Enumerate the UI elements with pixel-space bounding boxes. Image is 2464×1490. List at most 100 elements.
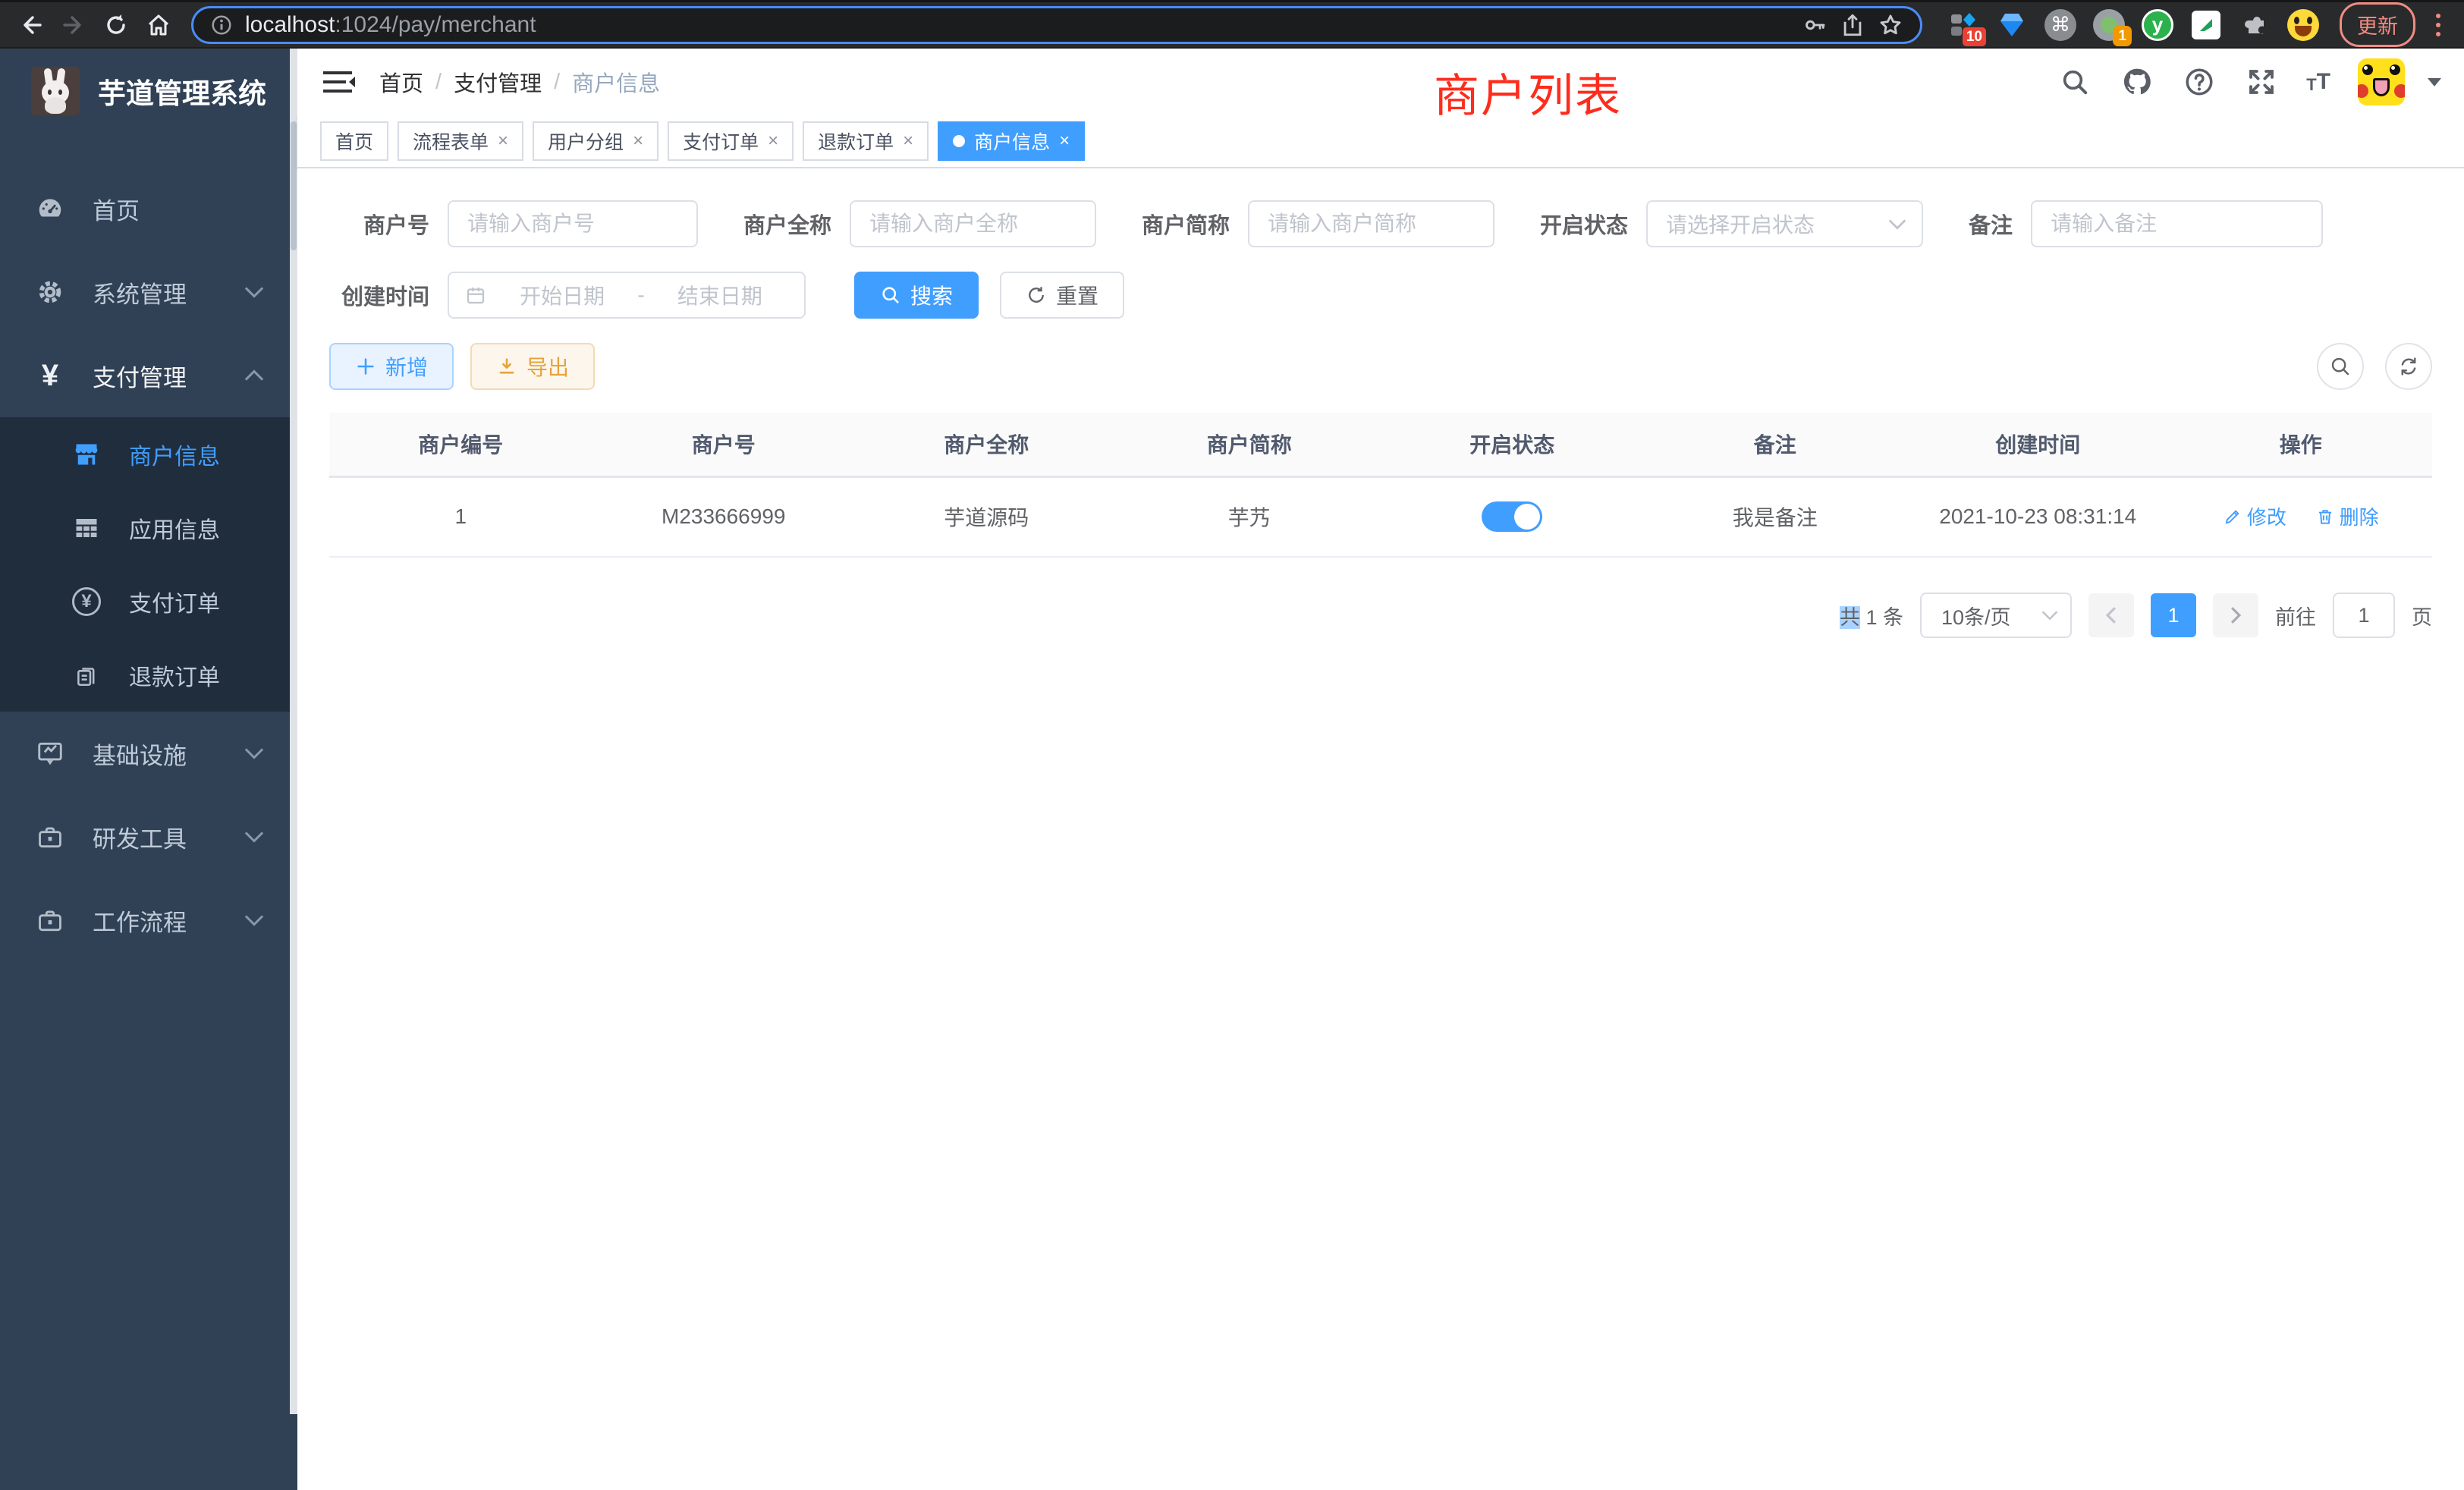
sidebar-menu: 首页 系统管理 ¥ 支付管理 xyxy=(0,167,297,962)
browser-back-button[interactable] xyxy=(12,6,50,44)
remark-input[interactable] xyxy=(2031,200,2323,247)
navbar-actions: TT xyxy=(2057,58,2441,105)
sidebar-item-label: 应用信息 xyxy=(129,511,297,545)
date-separator: - xyxy=(637,283,644,307)
extension-puzzle-icon[interactable] xyxy=(2238,8,2271,42)
cell-merchant-id: 1 xyxy=(329,476,592,557)
tab-merchant-info[interactable]: 商户信息 × xyxy=(938,121,1085,161)
tab-pay-order[interactable]: 支付订单 × xyxy=(668,121,794,161)
breadcrumb-home[interactable]: 首页 xyxy=(379,66,423,98)
search-icon xyxy=(2329,355,2352,378)
sidebar-item-application[interactable]: 应用信息 xyxy=(0,491,297,564)
extension-y-icon[interactable]: y xyxy=(2141,8,2174,42)
tab-refund-order[interactable]: 退款订单 × xyxy=(803,121,929,161)
page-1-button[interactable]: 1 xyxy=(2151,593,2196,637)
sidebar-item-label: 支付管理 xyxy=(93,359,244,393)
tab-label: 退款订单 xyxy=(818,127,894,155)
sidebar-item-dev-tools[interactable]: 研发工具 xyxy=(0,795,297,879)
add-button[interactable]: 新增 xyxy=(329,343,454,390)
extension-notifier-icon[interactable]: 1 xyxy=(2092,8,2126,42)
browser-forward-button[interactable] xyxy=(55,6,93,44)
help-icon[interactable] xyxy=(2182,64,2217,99)
extension-command-icon[interactable]: ⌘ xyxy=(2044,8,2077,42)
breadcrumb-current: 商户信息 xyxy=(572,66,660,98)
edit-button[interactable]: 修改 xyxy=(2223,502,2286,530)
github-icon[interactable] xyxy=(2120,64,2154,99)
extension-tabs-icon[interactable]: 10 xyxy=(1947,8,1980,42)
chevron-down-icon xyxy=(244,914,264,926)
refresh-table-button[interactable] xyxy=(2385,343,2432,390)
url-bar[interactable]: localhost:1024/pay/merchant xyxy=(191,6,1922,44)
tags-view: 首页 流程表单 × 用户分组 × 支付订单 × 退款订单 × 商户信息 × xyxy=(297,115,2464,168)
close-icon[interactable]: × xyxy=(1059,130,1070,152)
merchant-page: 商户号 商户全称 商户简称 开启状态 请选择开启状态 xyxy=(297,168,2464,1490)
sidebar-scrollbar[interactable] xyxy=(290,49,297,1414)
share-icon[interactable] xyxy=(1840,12,1865,38)
status-toggle[interactable] xyxy=(1482,501,1542,532)
status-select[interactable]: 请选择开启状态 xyxy=(1646,200,1923,247)
chevron-up-icon xyxy=(244,369,264,382)
tab-process-form[interactable]: 流程表单 × xyxy=(398,121,523,161)
sidebar-item-system[interactable]: 系统管理 xyxy=(0,250,297,334)
page-size-select[interactable]: 10条/页 xyxy=(1920,593,2072,638)
sidebar-fold-button[interactable] xyxy=(320,67,357,97)
delete-button[interactable]: 删除 xyxy=(2315,502,2379,530)
table-row: 1 M233666999 芋道源码 芋艿 我是备注 2021-10-23 08:… xyxy=(329,476,2432,557)
full-name-input[interactable] xyxy=(850,200,1096,247)
tab-home[interactable]: 首页 xyxy=(320,121,388,161)
sidebar-item-home[interactable]: 首页 xyxy=(0,167,297,250)
create-time-range-picker[interactable]: 开始日期 - 结束日期 xyxy=(448,272,806,319)
header-search-icon[interactable] xyxy=(2057,64,2092,99)
tab-label: 首页 xyxy=(335,127,373,155)
col-create-time: 创建时间 xyxy=(1906,413,2170,476)
app-logo-row[interactable]: 芋道管理系统 xyxy=(0,49,297,134)
fullscreen-icon[interactable] xyxy=(2244,64,2279,99)
goto-page-input[interactable] xyxy=(2333,593,2395,638)
extension-badge: 10 xyxy=(1963,27,1986,46)
sidebar-item-pay[interactable]: ¥ 支付管理 xyxy=(0,334,297,417)
reset-button[interactable]: 重置 xyxy=(1000,272,1124,319)
page-info-icon[interactable] xyxy=(210,14,233,36)
prev-page-button[interactable] xyxy=(2088,593,2134,637)
sidebar-item-infra[interactable]: 基础设施 xyxy=(0,712,297,795)
export-button[interactable]: 导出 xyxy=(470,343,595,390)
sidebar-item-label: 基础设施 xyxy=(93,737,244,771)
pagination: 共 1 条 10条/页 1 前往 页 xyxy=(329,593,2432,638)
sidebar-item-pay-order[interactable]: ¥ 支付订单 xyxy=(0,564,297,638)
home-icon xyxy=(149,16,168,34)
sidebar-item-refund-order[interactable]: 退款订单 xyxy=(0,638,297,712)
tab-user-group[interactable]: 用户分组 × xyxy=(533,121,658,161)
bookmark-star-icon[interactable] xyxy=(1878,12,1903,38)
close-icon[interactable]: × xyxy=(768,130,778,152)
next-page-button[interactable] xyxy=(2213,593,2258,637)
browser-home-button[interactable] xyxy=(140,6,178,44)
avatar[interactable] xyxy=(2358,58,2405,105)
browser-reload-button[interactable] xyxy=(97,6,135,44)
breadcrumb: 首页 / 支付管理 / 商户信息 xyxy=(379,66,660,98)
short-name-input[interactable] xyxy=(1248,200,1494,247)
breadcrumb-pay[interactable]: 支付管理 xyxy=(454,66,542,98)
sidebar-item-label: 退款订单 xyxy=(129,659,297,692)
extension-gem-icon[interactable] xyxy=(1995,8,2029,42)
browser-menu-button[interactable] xyxy=(2425,8,2452,42)
tab-label: 商户信息 xyxy=(974,127,1050,155)
url-text: localhost:1024/pay/merchant xyxy=(245,12,536,38)
search-icon xyxy=(880,284,901,306)
extension-notes-icon[interactable] xyxy=(2189,8,2223,42)
extension-emoji-icon[interactable] xyxy=(2286,8,2320,42)
sidebar-item-workflow[interactable]: 工作流程 xyxy=(0,879,297,962)
close-icon[interactable]: × xyxy=(633,130,643,152)
close-icon[interactable]: × xyxy=(903,130,913,152)
font-size-icon[interactable]: TT xyxy=(2306,69,2330,95)
merchant-no-input[interactable] xyxy=(448,200,698,247)
avatar-caret-icon[interactable] xyxy=(2428,78,2441,86)
browser-update-button[interactable]: 更新 xyxy=(2340,2,2415,47)
col-status: 开启状态 xyxy=(1381,413,1644,476)
close-icon[interactable]: × xyxy=(498,130,508,152)
toggle-search-button[interactable] xyxy=(2317,343,2364,390)
sidebar-item-merchant[interactable]: 商户信息 xyxy=(0,417,297,491)
search-button[interactable]: 搜索 xyxy=(854,272,979,319)
tab-label: 流程表单 xyxy=(413,127,489,155)
password-key-icon[interactable] xyxy=(1802,12,1828,38)
briefcase-icon xyxy=(33,906,67,935)
